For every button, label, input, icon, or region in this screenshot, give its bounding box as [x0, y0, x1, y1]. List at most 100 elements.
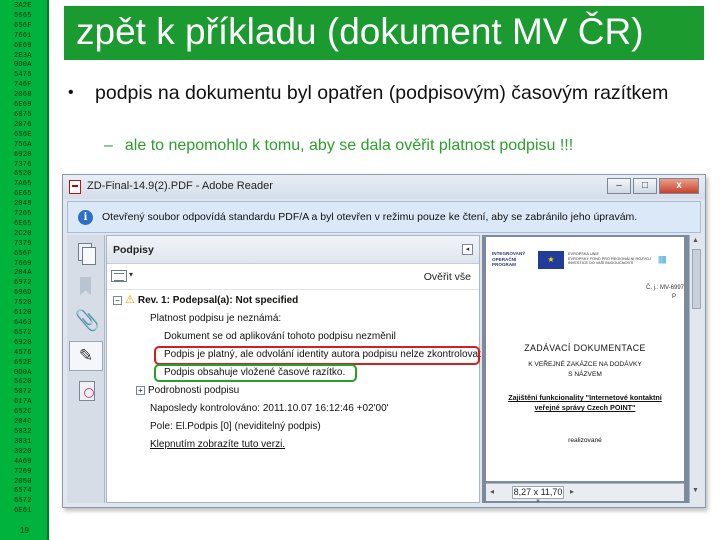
doc-project-line-2: veřejné správy Czech POINT": [534, 403, 636, 412]
hex-code: 3020: [14, 447, 32, 456]
scroll-up-icon[interactable]: ▲: [692, 237, 699, 244]
hex-code: 204A: [14, 269, 32, 278]
doc-main-title: ZADÁVACÍ DOKUMENTACE: [524, 343, 646, 353]
document-preview: INTEGROVANÝ OPERAČNÍ PROGRAM ★ EVROPSKÁ …: [482, 235, 703, 508]
hex-code: 7661: [14, 31, 32, 40]
hex-code: 656E: [14, 130, 32, 139]
hex-code: 2076: [14, 120, 32, 129]
tree-row-details[interactable]: + Podrobnosti podpisu: [136, 384, 239, 397]
hex-code: 5032: [14, 427, 32, 436]
hex-code: 6E65: [14, 219, 32, 228]
hex-code: 6E69: [14, 41, 32, 50]
reference-suffix: P: [672, 294, 677, 300]
doc-project-line-1: Zajištění funkcionality "Internetové kon…: [508, 393, 662, 402]
signature-field-text: Pole: El.Podpis [0] (neviditelný podpis): [150, 421, 321, 432]
hex-code-list: 3A2E 5665 656F 7661 6E69 2E3A 0D0A 5475 746F 2068…: [14, 2, 48, 517]
tree-row-doc-unmodified[interactable]: Dokument se od aplikování tohoto podpisu…: [164, 330, 396, 343]
validity-unknown-text: Platnost podpisu je neznámá:: [150, 313, 282, 324]
hex-code: 3031: [14, 437, 32, 446]
hex-code: 6E69: [14, 101, 32, 110]
hex-code: 652C: [14, 408, 32, 417]
doc-realized-text: realizované: [568, 437, 602, 444]
window-controls: – □ x: [605, 178, 699, 194]
verify-all-button[interactable]: Ověřit vše: [424, 271, 471, 283]
slide-page-number: 19: [20, 526, 29, 535]
details-text: Podrobnosti podpisu: [148, 385, 240, 396]
scroll-right-icon[interactable]: ▸: [570, 487, 574, 496]
hex-code: 7265: [14, 210, 32, 219]
doc-subtitle-1: K VEŘEJNÉ ZAKÁZCE NA DODÁVKY: [528, 361, 642, 368]
minimize-button[interactable]: –: [607, 178, 631, 194]
eu-flag-icon: ★: [538, 251, 564, 269]
slide-title: zpět k příkladu (dokument MV ČR): [76, 11, 644, 52]
tree-row-revision[interactable]: − ⚠ Rev. 1: Podepsal(a): Not specified: [113, 294, 298, 307]
tree-row-field[interactable]: Pole: El.Podpis [0] (neviditelný podpis): [150, 420, 321, 433]
doc-subtitle-2: S NÁZVEM: [568, 371, 602, 378]
hex-code: 204C: [14, 418, 32, 427]
hex-code: 2C20: [14, 229, 32, 238]
collapse-node-icon[interactable]: −: [113, 296, 122, 305]
hex-code: 7379: [14, 239, 32, 248]
adobe-reader-window: ZD-Final-14.9(2).PDF - Adobe Reader – □ …: [62, 174, 706, 508]
info-icon-glyph: i: [78, 210, 93, 225]
czech-point-logo-icon: |||||||: [658, 255, 666, 264]
bookmark-icon[interactable]: [75, 275, 97, 299]
document-page: INTEGROVANÝ OPERAČNÍ PROGRAM ★ EVROPSKÁ …: [486, 237, 684, 481]
highlight-red-box: [154, 346, 480, 365]
hex-code: 6E65: [14, 190, 32, 199]
bullet-main: • podpis na dokumentu byl opatřen (podpi…: [68, 79, 698, 107]
expand-node-icon[interactable]: +: [136, 385, 145, 395]
hex-code: 652E: [14, 358, 32, 367]
hex-code: 656F: [14, 21, 32, 30]
pdfa-info-bar: i Otevřený soubor odpovídá standardu PDF…: [67, 201, 701, 233]
signature-icon[interactable]: ✎: [69, 341, 103, 371]
hex-code: 0D0A: [14, 61, 32, 70]
paperclip-icon[interactable]: 📎: [75, 309, 100, 333]
hex-code: 7669: [14, 259, 32, 268]
maximize-button[interactable]: □: [633, 178, 657, 194]
hex-code: 6120: [14, 309, 32, 318]
hex-code: 7269: [14, 467, 32, 476]
pages-icon[interactable]: [75, 241, 97, 265]
bullet-sub: – ale to nepomohlo k tomu, aby se dala ov…: [104, 137, 573, 155]
hex-code: 746F: [14, 81, 32, 90]
security-history-icon[interactable]: [75, 379, 97, 403]
scroll-down-icon[interactable]: ▼: [692, 487, 699, 494]
page-size-field[interactable]: 8,27 x 11,70 ": [512, 486, 564, 508]
hex-code: 7A65: [14, 180, 32, 189]
chevron-down-icon[interactable]: ▾: [129, 270, 133, 279]
hex-code: 0D0A: [14, 368, 32, 377]
hex-code: 5072: [14, 388, 32, 397]
signatures-toolbar: ▾ Ověřit vše: [107, 264, 479, 290]
hex-code: 5620: [14, 378, 32, 387]
show-version-link[interactable]: Klepnutím zobrazíte tuto verzi.: [150, 439, 285, 450]
scroll-left-icon[interactable]: ◂: [490, 487, 494, 496]
iop-logo: INTEGROVANÝ OPERAČNÍ PROGRAM: [492, 251, 525, 268]
tree-row-show-version[interactable]: Klepnutím zobrazíte tuto verzi.: [150, 438, 285, 451]
hex-code: 3A2E: [14, 2, 32, 10]
hex-code: 4576: [14, 348, 32, 357]
window-title: ZD-Final-14.9(2).PDF - Adobe Reader: [87, 180, 273, 192]
collapse-panel-button[interactable]: ◂: [462, 244, 473, 255]
hex-code: 756A: [14, 140, 32, 149]
vertical-scrollbar[interactable]: ▲ ▼: [689, 235, 703, 503]
revision-label: Rev. 1: Podepsal(a): Not specified: [137, 295, 299, 307]
tree-row-validity[interactable]: Platnost podpisu je neznámá:: [150, 312, 281, 325]
eu-text-line: INVESTICE DO VAŠÍ BUDOUCNOSTI: [568, 261, 634, 265]
logo-line: PROGRAM: [492, 262, 516, 267]
signatures-panel-title: Podpisy: [113, 244, 154, 256]
close-button[interactable]: x: [659, 178, 699, 194]
scrollbar-thumb[interactable]: [692, 249, 701, 309]
info-bar-text: Otevřený soubor odpovídá standardu PDF/A…: [102, 211, 638, 223]
bullet-main-text: podpis na dokumentu byl opatřen (podpiso…: [95, 82, 669, 104]
hex-code: 6920: [14, 338, 32, 347]
hex-code: 6E61: [14, 507, 32, 516]
hex-code: 2068: [14, 91, 32, 100]
reference-number: Č. j.: MV-6997: [646, 285, 684, 291]
options-menu-icon[interactable]: [111, 270, 127, 282]
signature-warning-icon: ⚠: [125, 294, 135, 306]
tree-row-last-checked[interactable]: Naposledy kontrolováno: 2011.10.07 16:12…: [150, 402, 389, 415]
pdf-file-icon: [69, 180, 81, 194]
hex-code: 6572: [14, 328, 32, 337]
hex-code: 617A: [14, 398, 32, 407]
